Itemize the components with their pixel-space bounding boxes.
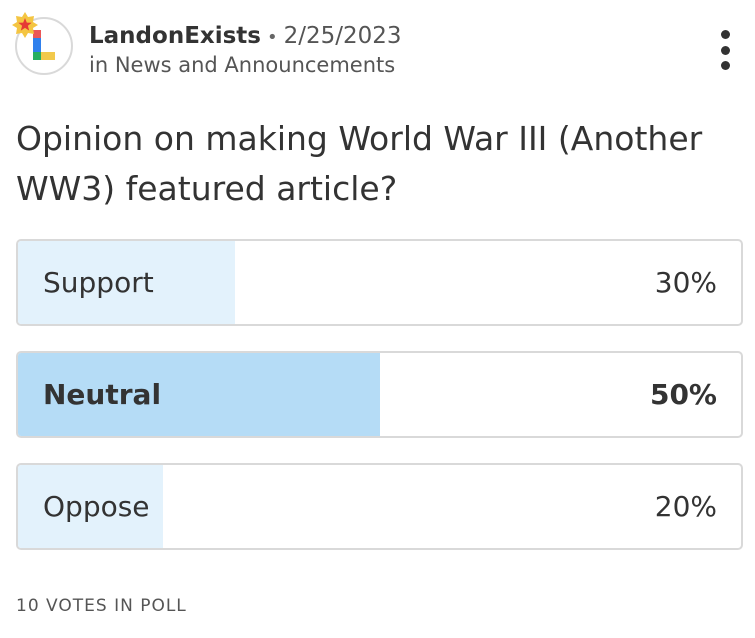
more-options-icon[interactable]: [712, 30, 738, 70]
poll-option-percent: 50%: [649, 378, 717, 411]
poll-option-support[interactable]: Support 30%: [16, 239, 743, 326]
poll-post: LandonExists • 2/25/2023 in News and Annou…: [0, 0, 755, 638]
vote-count: 10 VOTES IN POLL: [16, 596, 187, 616]
poll-option-percent: 20%: [654, 490, 717, 523]
poll-option-oppose[interactable]: Oppose 20%: [16, 463, 743, 550]
post-meta: LandonExists • 2/25/2023: [89, 22, 402, 52]
poll-option-percent: 30%: [654, 266, 717, 299]
menu-dot: [720, 61, 730, 70]
menu-dot: [720, 45, 730, 55]
star-badge-icon: [12, 12, 38, 38]
menu-dot: [720, 30, 730, 39]
poll-option-label: Support: [43, 266, 154, 299]
author-avatar[interactable]: [11, 11, 77, 77]
poll-option-label: Neutral: [43, 378, 162, 411]
poll-option-neutral[interactable]: Neutral 50%: [16, 351, 743, 438]
post-date: 2/25/2023: [283, 23, 402, 49]
poll-option-label: Oppose: [43, 490, 150, 523]
author-name[interactable]: LandonExists: [89, 23, 261, 49]
community-link[interactable]: in News and Announcements: [89, 52, 395, 78]
poll-question: Opinion on making World War III (Another…: [16, 119, 703, 208]
meta-separator: •: [267, 27, 278, 48]
